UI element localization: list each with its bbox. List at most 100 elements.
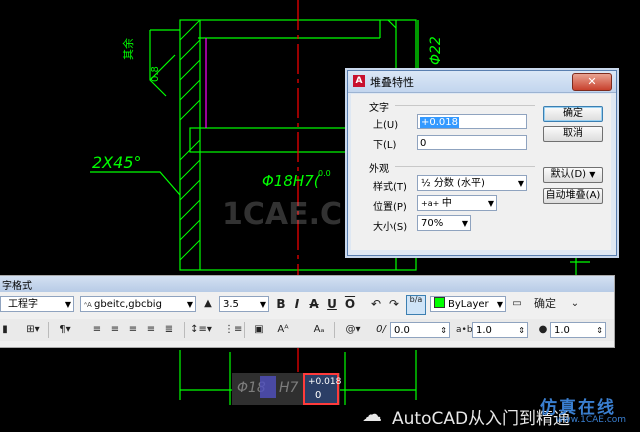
default-button-label: 默认(D) — [550, 169, 587, 180]
rotated-label: 其余 — [121, 38, 135, 60]
uppercase-icon[interactable]: Aᴬ — [276, 322, 290, 338]
columns-icon[interactable]: ▮ — [0, 322, 10, 338]
sample-suffix: H7 — [279, 380, 299, 396]
stacked-upper: +0.018 — [308, 377, 342, 387]
ruler-icon[interactable]: ▭ — [510, 296, 524, 312]
upper-label: 上(U) — [373, 120, 399, 131]
dimension-top: 0.8 — [150, 66, 161, 82]
strikethrough-button[interactable]: A — [307, 296, 321, 312]
font-value: gbeitc,gbcbig — [94, 299, 162, 310]
toolbar-row-2: ▮ ⊞▾ ¶▾ ≡ ≡ ≡ ≡ ≣ ↕≡▾ ⋮≡ ▣ Aᴬ Aₐ @▾ 0/ 0… — [0, 319, 614, 341]
toolbar-row-1: 工程字 ▼ ᴬA gbeitc,gbcbig ▼ ▲ 3.5 ▼ B I A U O … — [0, 293, 614, 315]
toolbar-title: 字格式 — [2, 281, 32, 292]
toolbar-separator — [48, 322, 49, 338]
lower-label: 下(L) — [373, 140, 397, 151]
toolbar-separator — [244, 322, 245, 338]
spinner-icon: ⇕ — [440, 323, 447, 337]
cancel-button[interactable]: 取消 — [543, 126, 603, 142]
symbol-icon[interactable]: @▾ — [342, 322, 364, 338]
align-right-icon[interactable]: ≡ — [126, 322, 140, 338]
dimension-right: Φ22 — [428, 36, 444, 65]
oblique-angle-icon: 0/ — [376, 324, 386, 335]
paragraph-icon[interactable]: ¶▾ — [54, 322, 76, 338]
chevron-down-icon: ▼ — [487, 199, 494, 208]
stack-button[interactable]: b/a — [406, 295, 426, 315]
italic-button[interactable]: I — [291, 296, 303, 312]
style-select[interactable]: ½ 分数 (水平) ▼ — [417, 175, 527, 191]
dialog-title: 堆叠特性 — [370, 76, 414, 89]
toolbar-separator — [184, 322, 185, 338]
tracking-input[interactable]: 1.0 ⇕ — [472, 322, 528, 338]
align-left-icon[interactable]: ≡ — [90, 322, 104, 338]
stacked-lower: 0 — [315, 390, 322, 401]
ok-button[interactable]: 确定 — [543, 106, 603, 122]
upper-input[interactable]: +0.018 — [417, 114, 527, 129]
width-factor-input[interactable]: 1.0 ⇕ — [550, 322, 606, 338]
text-group-label: 文字 — [369, 103, 389, 114]
toolbar-separator — [334, 322, 335, 338]
oblique-angle-value: 0.0 — [394, 325, 410, 336]
toolbar-ok-button[interactable]: 确定 — [530, 296, 560, 312]
text-group-divider — [395, 105, 535, 106]
bold-button[interactable]: B — [274, 296, 288, 312]
mtext-editor-sample[interactable]: Φ18 H7 +0.018 0 — [232, 373, 342, 405]
autocad-app-icon: A — [353, 75, 365, 87]
line-spacing-icon[interactable]: ↕≡▾ — [190, 322, 212, 338]
position-label: 位置(P) — [373, 202, 407, 213]
fit-label: Φ18H7( — [262, 172, 321, 190]
spinner-icon: ⇕ — [518, 323, 525, 337]
align-center-icon[interactable]: ≡ — [108, 322, 122, 338]
lower-input[interactable]: 0 — [417, 135, 527, 150]
chevron-down-icon: ▼ — [517, 179, 524, 188]
font-type-icon: ᴬA — [84, 301, 95, 309]
spinner-icon: ⇕ — [596, 323, 603, 337]
surface-finish-symbol — [149, 29, 180, 97]
width-factor-icon: ● — [538, 324, 548, 335]
insert-field-icon[interactable]: ▣ — [252, 322, 266, 338]
options-icon[interactable]: ⌄ — [568, 296, 582, 312]
dialog-close-button[interactable]: ✕ — [572, 73, 612, 91]
default-button[interactable]: 默认(D) ▼ — [543, 167, 603, 183]
text-height-select[interactable]: 3.5 ▼ — [219, 296, 269, 312]
distribute-icon[interactable]: ≣ — [162, 322, 176, 338]
annotative-icon[interactable]: ▲ — [201, 296, 215, 312]
chevron-down-icon: ▼ — [461, 219, 468, 228]
numbering-icon[interactable]: ⋮≡ — [224, 322, 242, 338]
font-select[interactable]: ᴬA gbeitc,gbcbig ▼ — [80, 296, 196, 312]
text-color-value: ByLayer — [448, 299, 489, 310]
dialog-titlebar: A 堆叠特性 ✕ — [348, 71, 616, 93]
overline-button[interactable]: O — [343, 296, 357, 312]
appearance-group-label: 外观 — [369, 164, 389, 175]
fit-stack: 0.0 — [318, 169, 331, 178]
chamfer-label: 2X45° — [92, 153, 142, 172]
autostack-button[interactable]: 自动堆叠(A) — [543, 188, 603, 204]
upper-value-selected: +0.018 — [420, 117, 460, 128]
undo-button[interactable]: ↶ — [369, 296, 383, 312]
toolbar-titlebar[interactable]: 字格式 — [0, 276, 614, 292]
size-select-value: 70% — [421, 218, 444, 229]
justify-icon[interactable]: ≡ — [144, 322, 158, 338]
oblique-angle-input[interactable]: 0.0 ⇕ — [390, 322, 450, 338]
style-label: 样式(T) — [373, 182, 407, 193]
text-style-select[interactable]: 工程字 ▼ — [0, 296, 74, 312]
chevron-down-icon: ▼ — [589, 170, 596, 179]
text-color-select[interactable]: ByLayer ▼ — [430, 296, 506, 312]
chamfer-leader — [90, 171, 181, 196]
redo-button[interactable]: ↷ — [387, 296, 401, 312]
chevron-down-icon: ▼ — [186, 297, 193, 311]
stacked-tolerance-box[interactable]: +0.018 0 — [303, 373, 342, 405]
lowercase-icon[interactable]: Aₐ — [312, 322, 326, 338]
position-select[interactable]: +a+ 中 ▼ — [417, 195, 497, 211]
mtext-justification-icon[interactable]: ⊞▾ — [22, 322, 44, 338]
text-style-value: 工程字 — [8, 299, 38, 310]
size-label: 大小(S) — [373, 222, 408, 233]
underline-button[interactable]: U — [325, 296, 339, 312]
size-select[interactable]: 70% ▼ — [417, 215, 471, 231]
chevron-down-icon: ▼ — [259, 297, 266, 311]
dialog-body: 文字 上(U) +0.018 下(L) 0 外观 样式(T) ½ 分数 (水平)… — [351, 94, 611, 250]
corner-watermark-site: www.1CAE.com — [556, 415, 627, 425]
appearance-group-divider — [395, 166, 535, 167]
sample-selection — [260, 376, 276, 398]
style-select-value: ½ 分数 (水平) — [421, 178, 485, 189]
color-swatch — [434, 297, 445, 308]
